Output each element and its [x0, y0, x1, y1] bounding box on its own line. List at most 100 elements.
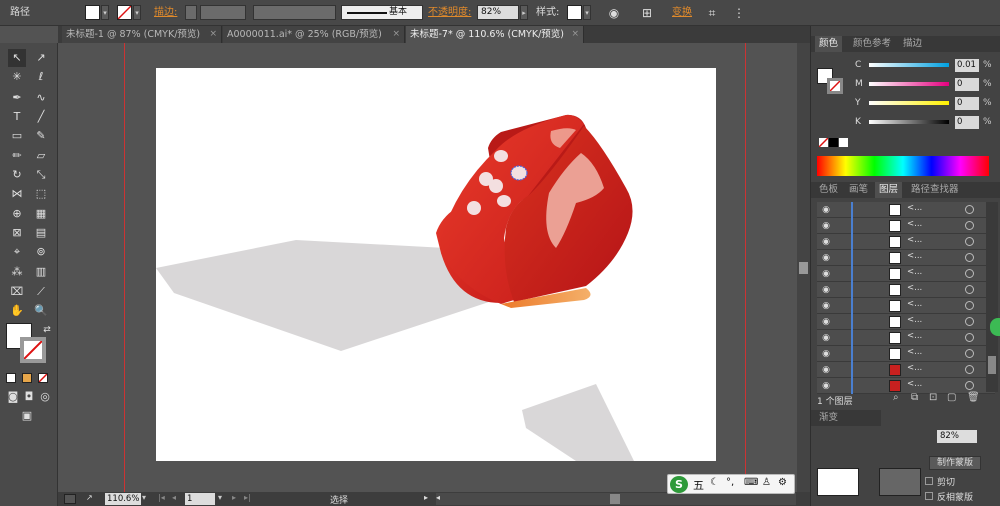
visibility-eye-icon[interactable]: ◉: [820, 348, 832, 360]
target-circle-icon[interactable]: [965, 221, 974, 230]
tab-brushes[interactable]: 画笔: [845, 182, 872, 198]
clipping-mask-icon[interactable]: ⧉: [911, 392, 918, 403]
layer-name[interactable]: <...: [907, 331, 922, 341]
tab-doc-3[interactable]: 未标题-7* @ 110.6% (CMYK/预览) ×: [406, 26, 584, 43]
make-mask-button[interactable]: 制作蒙版: [929, 456, 981, 470]
visibility-eye-icon[interactable]: ◉: [820, 300, 832, 312]
new-sublayer-icon[interactable]: ⊡: [929, 392, 937, 403]
magenta-slider[interactable]: [869, 82, 949, 86]
direct-selection-tool-icon[interactable]: ↗: [32, 49, 50, 67]
locate-object-icon[interactable]: ⌕: [893, 392, 899, 403]
mesh-tool-icon[interactable]: ⊠: [8, 224, 26, 242]
stroke-box[interactable]: [20, 337, 46, 363]
graphic-style-swatch[interactable]: [567, 5, 582, 20]
object-thumbnail[interactable]: [817, 468, 859, 496]
magic-wand-tool-icon[interactable]: ✳: [8, 68, 26, 86]
layer-row[interactable]: ◉ <...: [817, 314, 995, 330]
black-slider[interactable]: [869, 120, 949, 124]
layer-row[interactable]: ◉ <...: [817, 250, 995, 266]
hand-tool-icon[interactable]: ✋: [8, 302, 26, 320]
layer-name[interactable]: <...: [907, 363, 922, 373]
layer-row[interactable]: ◉ <...: [817, 362, 995, 378]
vertical-scroll-thumb[interactable]: [799, 262, 808, 274]
target-circle-icon[interactable]: [965, 237, 974, 246]
opacity-field[interactable]: 82%: [477, 5, 519, 20]
new-layer-icon[interactable]: ▢: [947, 392, 956, 403]
perspective-grid-tool-icon[interactable]: ▦: [32, 205, 50, 223]
target-circle-icon[interactable]: [965, 349, 974, 358]
graphic-style-dropdown[interactable]: ▾: [583, 5, 591, 20]
page-dropdown-icon[interactable]: ▾: [218, 493, 222, 502]
visibility-eye-icon[interactable]: ◉: [820, 284, 832, 296]
target-circle-icon[interactable]: [965, 301, 974, 310]
transform-link[interactable]: 变换: [672, 5, 692, 21]
layer-name[interactable]: <...: [907, 315, 922, 325]
swap-fill-stroke-icon[interactable]: ⇄: [38, 321, 56, 339]
black-swatch[interactable]: [829, 138, 838, 147]
visibility-eye-icon[interactable]: ◉: [820, 332, 832, 344]
target-circle-icon[interactable]: [965, 365, 974, 374]
layer-name[interactable]: <...: [907, 283, 922, 293]
width-tool-icon[interactable]: ⋈: [8, 185, 26, 203]
tab-color[interactable]: 颜色: [815, 36, 843, 52]
stroke-label[interactable]: 描边:: [154, 5, 177, 21]
layers-scroll-thumb[interactable]: [988, 356, 996, 374]
layer-name[interactable]: <...: [907, 203, 922, 213]
share-icon[interactable]: ↗: [86, 493, 96, 503]
slice-tool-icon[interactable]: ⟋: [32, 283, 50, 301]
paintbrush-tool-icon[interactable]: ✎: [32, 127, 50, 145]
magenta-slider-row[interactable]: M 0 %: [811, 78, 1000, 92]
target-circle-icon[interactable]: [965, 253, 974, 262]
visibility-eye-icon[interactable]: ◉: [820, 364, 832, 376]
close-icon[interactable]: ×: [392, 26, 400, 43]
layer-name[interactable]: <...: [907, 219, 922, 229]
free-transform-tool-icon[interactable]: ⬚: [32, 185, 50, 203]
user-icon[interactable]: ♙: [762, 477, 771, 488]
eraser-tool-icon[interactable]: ▱: [32, 147, 50, 165]
delete-icon[interactable]: 🗑: [967, 392, 980, 403]
opacity-dropdown[interactable]: ▸: [520, 5, 528, 20]
variable-width-field[interactable]: [253, 5, 336, 20]
status-menu-icon[interactable]: ▸: [424, 493, 428, 502]
gradient-mode-icon[interactable]: [22, 373, 32, 383]
cyan-value[interactable]: 0.01: [955, 59, 979, 72]
target-circle-icon[interactable]: [965, 381, 974, 390]
layer-row[interactable]: ◉ <...: [817, 266, 995, 282]
draw-inside-icon[interactable]: ◎: [36, 388, 54, 406]
dice-artwork[interactable]: [156, 68, 716, 461]
isolate-icon[interactable]: ⌗: [703, 4, 721, 22]
transparency-opacity-field[interactable]: 82%: [937, 430, 977, 443]
yellow-value[interactable]: 0: [955, 97, 979, 110]
line-tool-icon[interactable]: ╱: [32, 108, 50, 126]
layer-row[interactable]: ◉ <...: [817, 282, 995, 298]
invert-mask-checkbox[interactable]: [925, 492, 933, 500]
close-icon[interactable]: ×: [209, 26, 217, 43]
mask-thumbnail[interactable]: [879, 468, 921, 496]
zoom-dropdown-icon[interactable]: ▾: [142, 493, 146, 502]
layer-name[interactable]: <...: [907, 235, 922, 245]
prev-page-icon[interactable]: ◂: [172, 493, 176, 502]
ime-toolbar[interactable]: S 五 ☾ °, ⌨ ♙ ⚙: [667, 474, 795, 494]
blend-tool-icon[interactable]: ⊚: [32, 243, 50, 261]
color-spectrum[interactable]: [817, 156, 989, 176]
artboard-tool-icon[interactable]: ⌧: [8, 283, 26, 301]
yellow-slider-row[interactable]: Y 0 %: [811, 97, 1000, 111]
fill-dropdown[interactable]: ▾: [101, 5, 109, 20]
screen-icon[interactable]: [64, 494, 76, 504]
symbol-sprayer-tool-icon[interactable]: ⁂: [8, 263, 26, 281]
tab-pathfinder[interactable]: 路径查找器: [907, 182, 963, 198]
visibility-eye-icon[interactable]: ◉: [820, 204, 832, 216]
curvature-tool-icon[interactable]: ∿: [32, 89, 50, 107]
align-icon[interactable]: ⊞: [638, 4, 656, 22]
layer-name[interactable]: <...: [907, 251, 922, 261]
zoom-tool-icon[interactable]: 🔍: [32, 302, 50, 320]
keyboard-icon[interactable]: ⌨: [744, 477, 758, 488]
opacity-label[interactable]: 不透明度:: [428, 5, 471, 21]
layer-row[interactable]: ◉ <...: [817, 298, 995, 314]
visibility-eye-icon[interactable]: ◉: [820, 252, 832, 264]
status-mode[interactable]: 选择: [330, 493, 348, 506]
panel-menu-icon[interactable]: ⋮: [730, 4, 748, 22]
target-circle-icon[interactable]: [965, 269, 974, 278]
scroll-left-icon[interactable]: ◂: [436, 493, 440, 502]
layer-name[interactable]: <...: [907, 379, 922, 389]
